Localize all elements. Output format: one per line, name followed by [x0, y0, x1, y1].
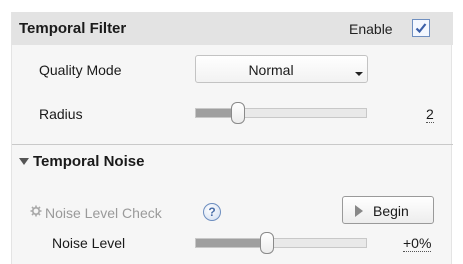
triangle-down-icon[interactable] [19, 158, 29, 165]
gear-icon [30, 205, 42, 217]
temporal-noise-title[interactable]: Temporal Noise [33, 153, 144, 170]
begin-button[interactable]: Begin [342, 196, 434, 224]
temporal-filter-header: Temporal Filter Enable [12, 12, 453, 45]
help-icon[interactable]: ? [203, 203, 221, 221]
quality-mode-value: Normal [248, 62, 294, 78]
section-divider [12, 144, 453, 145]
radius-slider-thumb[interactable] [231, 102, 245, 124]
noise-level-slider-fill [196, 239, 268, 247]
noise-level-slider-thumb[interactable] [260, 232, 275, 254]
enable-label: Enable [349, 21, 393, 37]
noise-level-slider[interactable] [195, 238, 367, 248]
quality-mode-label: Quality Mode [39, 62, 122, 78]
noise-level-label: Noise Level [52, 235, 126, 251]
noise-level-check-label: Noise Level Check [45, 205, 162, 221]
radius-value[interactable]: 2 [426, 106, 434, 123]
checkmark-icon [415, 23, 427, 34]
radius-label: Radius [39, 106, 83, 122]
temporal-filter-title: Temporal Filter [19, 20, 127, 37]
radius-slider[interactable] [195, 108, 367, 118]
temporal-filter-panel: Temporal Filter Enable Quality Mode Norm… [11, 12, 453, 264]
noise-level-value[interactable]: +0% [403, 235, 432, 252]
quality-mode-dropdown[interactable]: Normal [195, 55, 368, 83]
chevron-down-icon [355, 72, 363, 76]
play-icon [355, 205, 363, 217]
begin-button-label: Begin [373, 203, 409, 219]
enable-checkbox[interactable] [412, 19, 430, 37]
